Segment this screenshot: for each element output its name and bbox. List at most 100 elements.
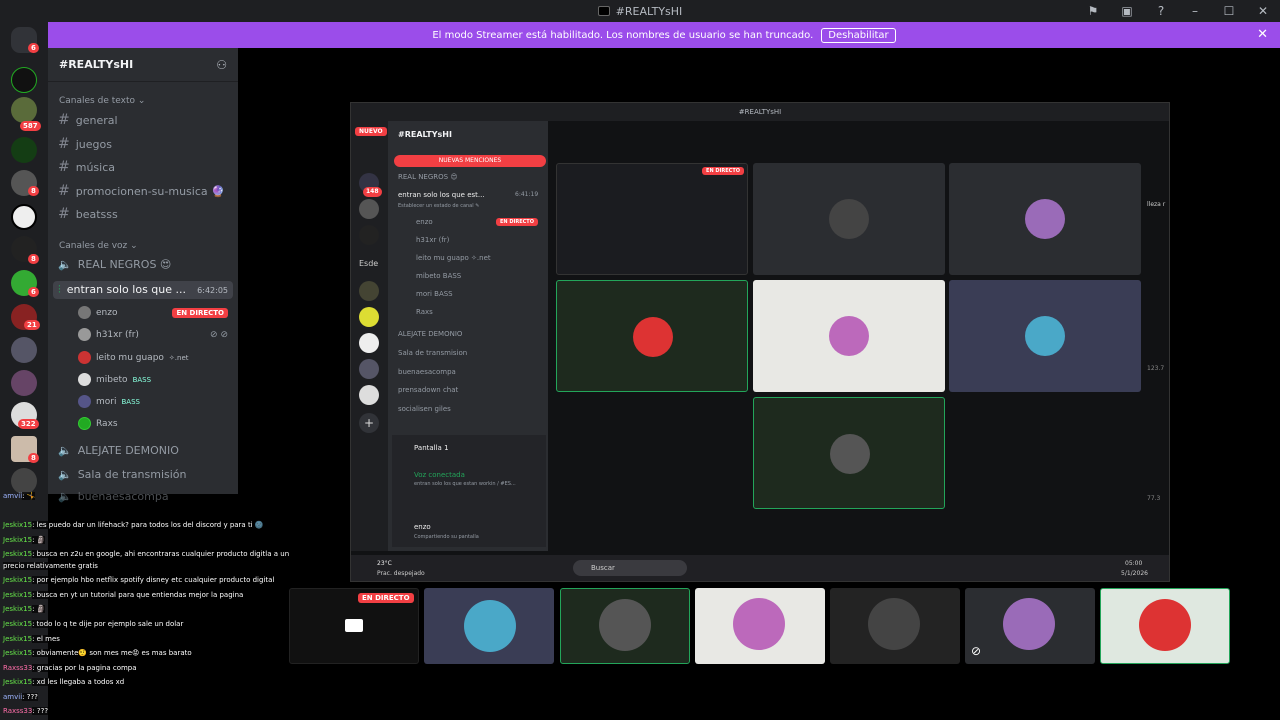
server-badge: 8 [28, 186, 39, 196]
voice-user[interactable]: mibeto BASS [78, 373, 151, 386]
weather-temp: 23°C [377, 560, 392, 567]
user-tag: BASS [121, 397, 140, 406]
stream-view[interactable]: #REALTYsHI NUEVO 148 Esde + #REALTYsHI N… [350, 102, 1170, 582]
thumb-participant[interactable] [1100, 588, 1230, 664]
screen-share-tile: EN DIRECTO [556, 163, 748, 275]
avatar [78, 395, 91, 408]
voice-user[interactable]: leito mu guapo ✧.net [78, 351, 189, 364]
chat-line: Jeskix15: el mes [3, 635, 60, 643]
inner-item: mibeto BASS [416, 272, 462, 280]
video-tile [949, 280, 1141, 392]
title-bar: #REALTYsHI ⚑ ▣ ? – ☐ ✕ [0, 0, 1280, 22]
screen-share-icon[interactable]: ▣ [1110, 4, 1144, 18]
server-icon[interactable] [11, 67, 37, 93]
chat-line: Jeskix15: 🗿 [3, 536, 46, 544]
voice-channel-active[interactable]: ⫶ entran solo los que ... 6:42:05 [53, 281, 233, 299]
user-tag: ✧.net [168, 353, 189, 362]
inner-item: REAL NEGROS 😍 [398, 173, 458, 181]
inner-side-number: 77.3 [1147, 495, 1161, 502]
chat-line: Jeskix15: obviamente🤨 son mes me😡 es mas… [3, 649, 192, 657]
taskbar-clock: 05:00 [1125, 560, 1143, 567]
text-channels-category[interactable]: Canales de texto ⌄ [59, 96, 145, 106]
voice-user[interactable]: enzo EN DIRECTO [78, 306, 228, 319]
voice-channel-real-negros[interactable]: 🔈 REAL NEGROS 😍 [58, 258, 171, 271]
avatar [78, 373, 91, 386]
thumb-participant[interactable] [830, 588, 960, 664]
inner-item: socialisen giles [398, 405, 451, 413]
voice-user[interactable]: Raxs [78, 417, 118, 430]
add-member-icon[interactable]: ⚇ [216, 58, 227, 72]
server-icon[interactable] [11, 337, 37, 363]
avatar [78, 328, 91, 341]
voice-channel-alejate[interactable]: 🔈 ALEJATE DEMONIO [58, 444, 179, 457]
voice-user[interactable]: h31xr (fr) ⊘ ⊘ [78, 328, 228, 341]
inner-channel-sidebar: #REALTYsHI NUEVAS MENCIONES REAL NEGROS … [388, 121, 548, 551]
thumb-participant[interactable] [424, 588, 554, 664]
server-icon[interactable] [11, 204, 37, 230]
disable-button[interactable]: Deshabilitar [821, 27, 896, 43]
tile-live-badge: EN DIRECTO [702, 167, 744, 175]
chat-line: Jeskix15: 🗿 [3, 605, 46, 613]
channel-sidebar: #REALTYsHI ⚇ Canales de texto ⌄ # general… [48, 48, 238, 503]
channel-beatsss[interactable]: # beatsss [58, 206, 118, 222]
inner-item: leito mu guapo ✧.net [416, 254, 491, 262]
help-icon[interactable]: ? [1144, 4, 1178, 18]
taskbar-date: 5/1/2026 [1121, 570, 1148, 577]
server-badge: 6 [28, 287, 39, 297]
thumb-screen-share[interactable]: EN DIRECTO [289, 588, 419, 664]
voice-user[interactable]: mori BASS [78, 395, 140, 408]
speaker-icon: 🔈 [58, 468, 72, 481]
voice-channels-category[interactable]: Canales de voz ⌄ [59, 241, 138, 251]
channel-juegos[interactable]: # juegos [58, 136, 112, 152]
thumb-participant[interactable]: ⊘ [965, 588, 1095, 664]
inner-timer: 6:41:19 [515, 191, 539, 198]
inbox-icon[interactable]: ⚑ [1076, 4, 1110, 18]
voice-active-icon: ⫶ [58, 283, 61, 296]
avatar [78, 417, 91, 430]
banner-text: El modo Streamer está habilitado. Los no… [432, 29, 814, 41]
hash-icon: # [58, 183, 70, 199]
chat-line: precio relativamente gratis [3, 562, 98, 570]
server-icon[interactable] [11, 97, 37, 123]
chat-line: amvii: ??? [3, 693, 38, 701]
thumb-participant[interactable] [560, 588, 690, 664]
streamer-mode-banner: El modo Streamer está habilitado. Los no… [48, 22, 1280, 48]
thumb-live-badge: EN DIRECTO [358, 593, 414, 603]
channel-promocionen[interactable]: # promocionen-su-musica 🔮 [58, 183, 225, 199]
video-tile [556, 280, 748, 392]
inner-item: Raxs [416, 308, 433, 316]
inner-item: enzo [416, 218, 433, 226]
inner-item: buenaesacompa [398, 368, 456, 376]
thumb-participant[interactable] [695, 588, 825, 664]
live-badge: EN DIRECTO [172, 307, 228, 318]
voice-channel-sala[interactable]: 🔈 Sala de transmisión [58, 468, 187, 481]
inner-server-name: #REALTYsHI [398, 130, 452, 139]
server-icon[interactable] [11, 370, 37, 396]
hash-icon: # [58, 136, 70, 152]
inner-item: Establecer un estado de canal ✎ [398, 203, 480, 209]
minimize-button[interactable]: – [1178, 4, 1212, 18]
server-icon[interactable] [11, 468, 37, 494]
server-badge: 21 [24, 320, 40, 330]
server-icon [359, 199, 379, 219]
chat-line: amvii: 🤸 [3, 492, 36, 500]
server-icon[interactable] [11, 137, 37, 163]
app-icon [597, 6, 610, 16]
inner-user-sub: Compartiendo su pantalla [414, 534, 479, 540]
close-window-button[interactable]: ✕ [1246, 4, 1280, 18]
channel-musica[interactable]: # música [58, 159, 115, 175]
channel-general[interactable]: # general [58, 112, 118, 128]
server-icon [359, 385, 379, 405]
chat-line: Raxss33: ??? [3, 707, 49, 715]
hash-icon: # [58, 159, 70, 175]
search-box: Buscar [573, 560, 687, 576]
inner-side-text: lleza r [1147, 201, 1166, 208]
chat-line: Jeskix15: les puedo dar un lifehack? par… [3, 521, 264, 529]
chat-line: Jeskix15: xd les llegaba a todos xd [3, 678, 125, 686]
server-header[interactable]: #REALTYsHI ⚇ [48, 48, 238, 82]
server-badge: 587 [20, 121, 41, 131]
inner-live-badge: EN DIRECTO [496, 218, 538, 226]
speaker-icon: 🔈 [58, 258, 72, 271]
banner-close-icon[interactable]: ✕ [1257, 27, 1268, 42]
maximize-button[interactable]: ☐ [1212, 4, 1246, 18]
